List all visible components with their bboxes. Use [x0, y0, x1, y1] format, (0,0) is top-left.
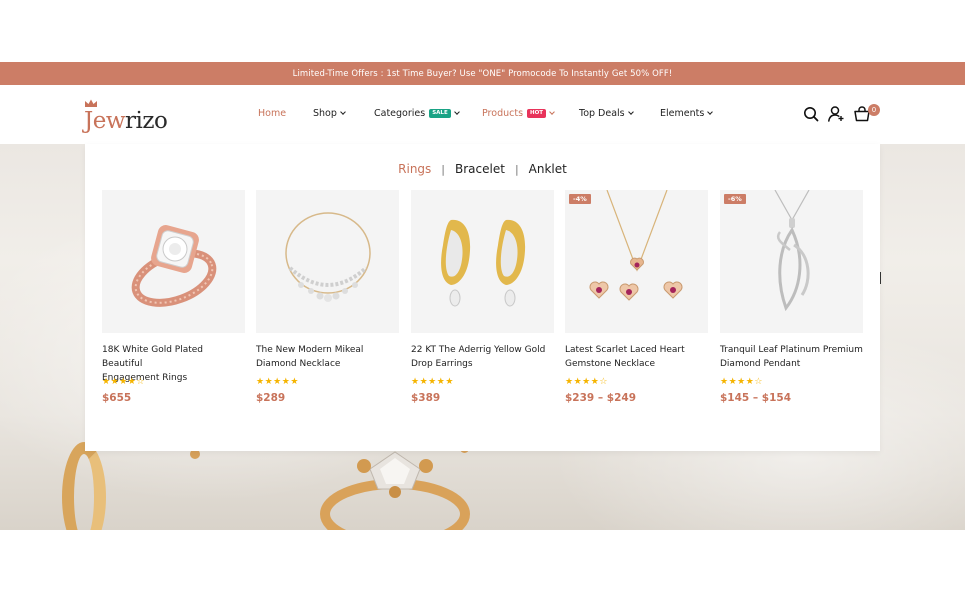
nav-top-deals-label: Top Deals: [579, 108, 625, 119]
nav-home[interactable]: Home: [258, 108, 286, 119]
rating-stars: ★★★★★: [411, 377, 554, 387]
chevron-down-icon: [340, 109, 346, 115]
star-empty-icon: ☆: [599, 377, 608, 387]
product-name[interactable]: 18K White Gold Plated Beautiful Engageme…: [102, 343, 245, 383]
rating-stars: ★★★★☆: [720, 377, 863, 387]
chevron-down-icon: [453, 109, 460, 115]
product-price: $145 – $154: [720, 392, 792, 404]
rating-stars: ★★★★☆: [565, 377, 708, 387]
promo-bar: Limited-Time Offers : 1st Time Buyer? Us…: [0, 62, 965, 85]
product-card[interactable]: -4% Latest Scarlet Laced Heart Gemstone …: [565, 190, 708, 404]
star-filled-icon: ★: [290, 377, 299, 387]
star-filled-icon: ★: [419, 377, 429, 387]
product-price: $289: [256, 392, 286, 404]
product-card[interactable]: 18K White Gold Plated Beautiful Engageme…: [102, 190, 245, 404]
product-image[interactable]: -4%: [565, 190, 708, 333]
discount-badge: -6%: [724, 194, 746, 204]
site-header: Jewrizo Home Shop Categories SALE Produc…: [0, 85, 965, 144]
tab-separator: |: [441, 162, 446, 176]
star-empty-icon: ☆: [136, 377, 145, 387]
tab-rings[interactable]: Rings: [398, 162, 431, 176]
promo-text: Limited-Time Offers : 1st Time Buyer? Us…: [292, 68, 673, 79]
mega-menu-tabs: Rings | Bracelet | Anklet: [85, 162, 880, 176]
star-filled-icon: ★: [102, 377, 111, 387]
chevron-down-icon: [707, 109, 714, 115]
product-name[interactable]: Latest Scarlet Laced Heart Gemstone Neck…: [565, 343, 708, 371]
ring-image: [131, 225, 217, 307]
account-icon[interactable]: [827, 105, 845, 123]
chevron-down-icon: [549, 109, 555, 115]
product-price: $239 – $249: [565, 392, 637, 404]
hero-gem-ring-image: [320, 451, 470, 530]
star-filled-icon: ★: [119, 377, 128, 387]
product-name[interactable]: 22 KT The Aderrig Yellow Gold Drop Earri…: [411, 343, 554, 371]
chevron-down-icon: [627, 109, 634, 115]
star-filled-icon: ★: [445, 377, 454, 387]
star-filled-icon: ★: [720, 377, 729, 387]
page: Limited-Time Offers : 1st Time Buyer? Us…: [0, 0, 965, 600]
star-filled-icon: ★: [582, 377, 591, 387]
star-filled-icon: ★: [273, 377, 282, 387]
discount-badge: -4%: [569, 194, 591, 204]
nav-elements-label: Elements: [660, 108, 705, 119]
nav-top-deals[interactable]: Top Deals: [579, 108, 634, 119]
product-name[interactable]: Tranquil Leaf Platinum Premium Diamond P…: [720, 343, 863, 371]
product-card[interactable]: -6% Tranquil Leaf Platinum Premium Diamo…: [720, 190, 863, 404]
star-filled-icon: ★: [256, 377, 265, 387]
product-card[interactable]: 22 KT The Aderrig Yellow Gold Drop Earri…: [411, 190, 554, 404]
product-image[interactable]: -6%: [720, 190, 863, 333]
necklace-image: [285, 212, 371, 302]
star-empty-icon: ☆: [754, 377, 763, 387]
star-filled-icon: ★: [573, 377, 583, 387]
nav-products-label: Products: [482, 108, 524, 119]
product-image[interactable]: [256, 190, 399, 333]
star-filled-icon: ★: [264, 377, 274, 387]
nav-categories-label: Categories: [374, 108, 426, 119]
star-filled-icon: ★: [428, 377, 437, 387]
star-filled-icon: ★: [737, 377, 746, 387]
hot-badge: HOT: [527, 109, 547, 118]
heart-necklace-image: [589, 190, 683, 301]
product-image[interactable]: [411, 190, 554, 333]
tab-bracelet[interactable]: Bracelet: [455, 162, 505, 176]
crown-icon: [85, 99, 97, 107]
logo-text: Jewrizo: [84, 108, 168, 134]
star-filled-icon: ★: [411, 377, 420, 387]
earrings-image: [441, 219, 526, 307]
search-icon[interactable]: [802, 105, 820, 123]
rating-stars: ★★★★★: [256, 377, 399, 387]
logo[interactable]: Jewrizo: [84, 99, 168, 134]
nav-categories[interactable]: Categories SALE: [374, 108, 460, 119]
star-filled-icon: ★: [565, 377, 574, 387]
leaf-pendant-image: [774, 190, 810, 312]
nav-home-label: Home: [258, 108, 287, 119]
star-filled-icon: ★: [110, 377, 120, 387]
nav-shop[interactable]: Shop: [313, 108, 346, 119]
product-price: $389: [411, 392, 441, 404]
product-price: $655: [102, 392, 132, 404]
product-name[interactable]: The New Modern Mikeal Diamond Necklace: [256, 343, 399, 371]
sale-badge: SALE: [429, 109, 451, 118]
nav-products[interactable]: Products HOT: [482, 108, 555, 119]
product-card[interactable]: The New Modern Mikeal Diamond Necklace ★…: [256, 190, 399, 404]
nav-elements[interactable]: Elements: [660, 108, 714, 119]
star-filled-icon: ★: [728, 377, 738, 387]
tab-separator: |: [514, 162, 519, 176]
product-image[interactable]: [102, 190, 245, 333]
nav-shop-label: Shop: [313, 108, 337, 119]
mega-menu: Rings | Bracelet | Anklet 18K White Gold…: [85, 144, 880, 451]
cart-count-badge: 0: [868, 104, 880, 116]
tab-anklet[interactable]: Anklet: [529, 162, 567, 176]
